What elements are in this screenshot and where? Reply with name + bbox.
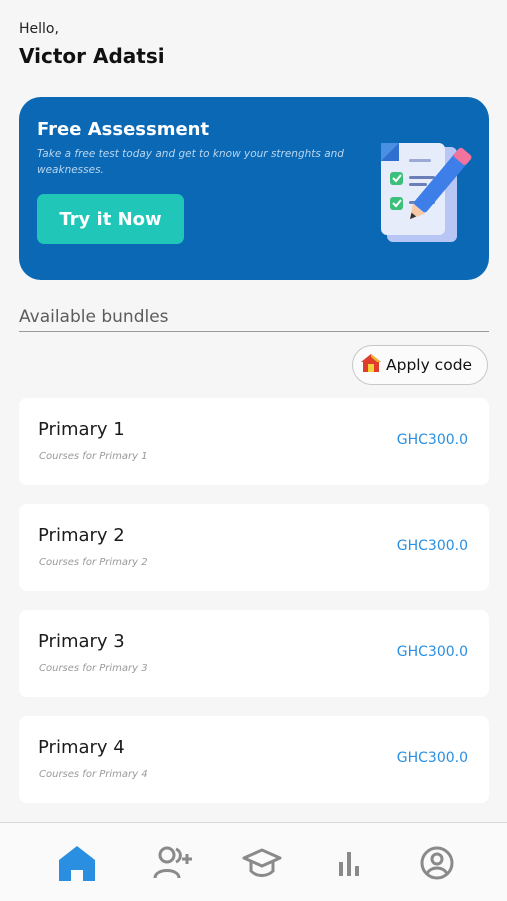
bundle-name: Primary 3 — [38, 631, 125, 652]
bundle-name: Primary 4 — [38, 737, 125, 758]
bundle-price: GHC300.0 — [396, 750, 468, 766]
available-bundles-title: Available bundles — [19, 307, 169, 327]
apply-code-button[interactable]: Apply code — [352, 345, 488, 385]
graduation-cap-icon[interactable] — [240, 841, 284, 885]
bundle-description: Courses for Primary 1 — [39, 451, 148, 462]
section-divider — [19, 331, 489, 332]
bar-chart-icon[interactable] — [327, 841, 371, 885]
bundle-name: Primary 2 — [38, 525, 125, 546]
bundle-price: GHC300.0 — [396, 644, 468, 660]
bundle-description: Courses for Primary 4 — [39, 769, 148, 780]
bundle-description: Courses for Primary 3 — [39, 663, 148, 674]
bottom-navigation — [0, 822, 507, 901]
home-icon[interactable] — [55, 841, 99, 885]
promo-subtitle: Take a free test today and get to know y… — [37, 148, 344, 176]
bundle-price: GHC300.0 — [396, 538, 468, 554]
house-tag-icon — [360, 352, 382, 378]
try-it-now-button[interactable]: Try it Now — [37, 194, 184, 244]
bundle-name: Primary 1 — [38, 419, 125, 440]
bundle-card-primary-4[interactable]: Primary 4 Courses for Primary 4 GHC300.0 — [19, 716, 489, 803]
free-assessment-banner: Free Assessment Take a free test today a… — [19, 97, 489, 280]
add-user-icon[interactable] — [151, 841, 195, 885]
bundle-card-primary-2[interactable]: Primary 2 Courses for Primary 2 GHC300.0 — [19, 504, 489, 591]
promo-title: Free Assessment — [37, 119, 210, 140]
bundle-price: GHC300.0 — [396, 432, 468, 448]
bundle-card-primary-3[interactable]: Primary 3 Courses for Primary 3 GHC300.0 — [19, 610, 489, 697]
profile-icon[interactable] — [415, 841, 459, 885]
greeting-text: Hello, — [19, 21, 59, 37]
user-name: Victor Adatsi — [19, 44, 165, 68]
bundle-description: Courses for Primary 2 — [39, 557, 148, 568]
checklist-pencil-icon — [357, 127, 477, 247]
bundle-card-primary-1[interactable]: Primary 1 Courses for Primary 1 GHC300.0 — [19, 398, 489, 485]
apply-code-label: Apply code — [386, 356, 473, 374]
